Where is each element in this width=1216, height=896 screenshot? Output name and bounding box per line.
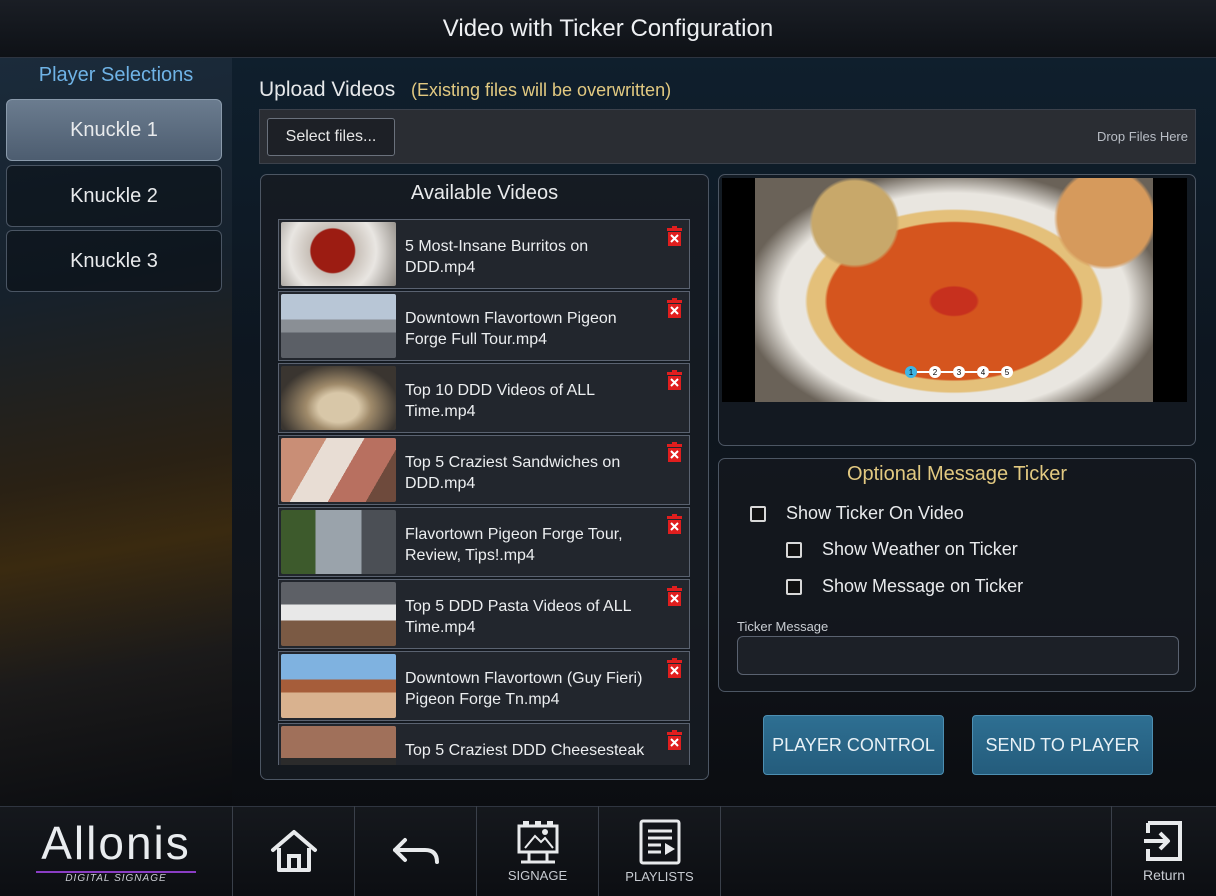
send-to-player-button[interactable]: SEND TO PLAYER [972,715,1153,775]
trash-icon[interactable] [666,226,683,246]
video-thumbnail [281,726,396,765]
step-dot[interactable]: 4 [977,366,989,378]
signage-icon [517,820,558,863]
video-thumbnail [281,294,396,358]
playlist-icon [639,819,680,864]
video-name: Top 5 DDD Pasta Videos of ALL Time.mp4 [405,598,631,636]
video-list[interactable]: 5 Most-Insane Burritos on DDD.mp4 Downto… [278,219,691,765]
video-list-item[interactable]: Top 5 DDD Pasta Videos of ALL Time.mp4 [278,579,690,649]
show-message-label: Show Message on Ticker [822,576,1024,596]
trash-icon[interactable] [666,730,683,750]
trash-icon[interactable] [666,370,683,390]
video-thumbnail [281,438,396,502]
video-preview[interactable]: 1 2 3 4 5 [722,178,1187,402]
nav-playlists-button[interactable]: PLAYLISTS [599,806,721,896]
return-label: Return [1142,867,1186,883]
show-ticker-checkbox[interactable] [750,505,766,522]
video-list-item[interactable]: Top 5 Craziest DDD Cheesesteak [278,723,690,765]
nav-signage-button[interactable]: SIGNAGE [477,806,599,896]
show-weather-label: Show Weather on Ticker [822,539,1018,559]
trash-icon[interactable] [666,658,683,678]
ticker-message-input[interactable] [737,636,1179,675]
video-thumbnail [281,582,396,646]
ticker-message-label: Ticker Message [737,619,829,634]
video-thumbnail [281,654,396,718]
video-thumbnail [281,510,396,574]
show-message-checkbox[interactable] [786,578,802,595]
page-title: Video with Ticker Configuration [0,0,1216,58]
step-dot[interactable]: 1 [905,366,917,378]
trash-icon[interactable] [666,514,683,534]
video-list-item[interactable]: Downtown Flavortown Pigeon Forge Full To… [278,291,690,361]
video-list-item[interactable]: Top 5 Craziest Sandwiches on DDD.mp4 [278,435,690,505]
exit-icon [1144,821,1182,861]
player-knuckle-1-button[interactable]: Knuckle 1 [6,99,222,161]
video-list-item[interactable]: Flavortown Pigeon Forge Tour, Review, Ti… [278,507,690,577]
upload-videos-label: Upload Videos [259,78,396,101]
playlists-label: PLAYLISTS [625,868,694,884]
select-files-button[interactable]: Select files... [267,118,395,156]
video-name: Top 5 Craziest Sandwiches on DDD.mp4 [405,454,621,492]
show-weather-checkbox[interactable] [786,541,802,558]
nav-home-button[interactable] [233,806,355,896]
trash-icon[interactable] [666,298,683,318]
trash-icon[interactable] [666,442,683,462]
back-arrow-icon [392,838,439,864]
video-name: Top 5 Craziest DDD Cheesesteak [405,742,645,759]
show-message-row[interactable]: Show Message on Ticker [786,576,1023,597]
video-name: Downtown Flavortown (Guy Fieri) Pigeon F… [405,670,643,708]
preview-step-indicator: 1 2 3 4 5 [905,366,1013,378]
player-knuckle-3-button[interactable]: Knuckle 3 [6,230,222,292]
video-list-item[interactable]: Downtown Flavortown (Guy Fieri) Pigeon F… [278,651,690,721]
step-dot[interactable]: 3 [953,366,965,378]
home-icon [270,830,317,872]
file-drop-zone[interactable] [259,109,1196,164]
allonis-logo: Allonis DIGITAL SIGNAGE [26,815,206,887]
trash-icon[interactable] [666,586,683,606]
nav-return-button[interactable]: Return [1111,806,1216,896]
player-control-button[interactable]: PLAYER CONTROL [763,715,944,775]
step-dot[interactable]: 5 [1001,366,1013,378]
available-videos-title: Available Videos [410,182,559,204]
logo-cell: Allonis DIGITAL SIGNAGE [0,806,233,896]
ticker-panel-title: Optional Message Ticker [846,463,1068,485]
video-name: 5 Most-Insane Burritos on DDD.mp4 [405,238,589,276]
video-thumbnail [281,366,396,430]
video-name: Top 10 DDD Videos of ALL Time.mp4 [405,382,595,420]
nav-back-button[interactable] [355,806,477,896]
player-knuckle-2-button[interactable]: Knuckle 2 [6,165,222,227]
show-weather-row[interactable]: Show Weather on Ticker [786,539,1018,560]
upload-overwrite-note: (Existing files will be overwritten) [411,80,672,100]
drop-files-hint: Drop Files Here [1096,129,1188,144]
signage-label: SIGNAGE [507,867,568,883]
video-name: Flavortown Pigeon Forge Tour, Review, Ti… [405,526,623,564]
step-dot[interactable]: 2 [929,366,941,378]
show-ticker-row[interactable]: Show Ticker On Video [750,503,964,524]
video-list-item[interactable]: Top 10 DDD Videos of ALL Time.mp4 [278,363,690,433]
video-name: Downtown Flavortown Pigeon Forge Full To… [405,310,617,348]
player-selections-title: Player Selections [38,64,194,86]
show-ticker-label: Show Ticker On Video [786,503,964,523]
video-list-item[interactable]: 5 Most-Insane Burritos on DDD.mp4 [278,219,690,289]
video-thumbnail [281,222,396,286]
